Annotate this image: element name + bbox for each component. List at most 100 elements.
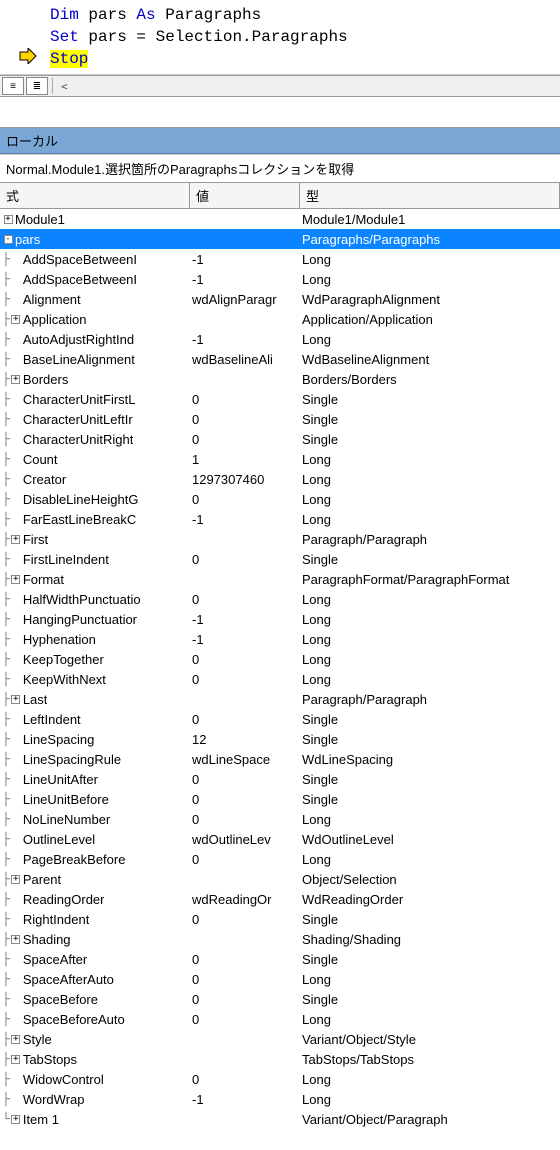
locals-row[interactable]: ├FarEastLineBreakC-1Long [0,509,560,529]
locals-row[interactable]: ├WordWrap-1Long [0,1089,560,1109]
locals-row[interactable]: ├+FormatParagraphFormat/ParagraphFormat [0,569,560,589]
row-type: TabStops/TabStops [300,1052,560,1067]
row-value: wdLineSpace [190,752,300,767]
code-editor[interactable]: Dim pars As Paragraphs Set pars = Select… [0,0,560,75]
row-value: 0 [190,992,300,1007]
row-type: Object/Selection [300,872,560,887]
row-name: Shading [23,932,71,947]
expand-icon[interactable]: + [10,375,22,384]
locals-row[interactable]: ├PageBreakBefore0Long [0,849,560,869]
expand-icon[interactable]: + [10,695,22,704]
locals-row[interactable]: ├+TabStopsTabStops/TabStops [0,1049,560,1069]
locals-row[interactable]: ├LeftIndent0Single [0,709,560,729]
locals-row[interactable]: ├+StyleVariant/Object/Style [0,1029,560,1049]
expand-icon[interactable]: + [2,215,14,224]
row-name: NoLineNumber [23,812,110,827]
row-name: Hyphenation [23,632,96,647]
locals-row[interactable]: ├+ParentObject/Selection [0,869,560,889]
locals-row[interactable]: -parsParagraphs/Paragraphs [0,229,560,249]
row-type: Variant/Object/Style [300,1032,560,1047]
row-name: Last [23,692,48,707]
locals-row[interactable]: ├FirstLineIndent0Single [0,549,560,569]
locals-row[interactable]: ├+BordersBorders/Borders [0,369,560,389]
row-value: wdReadingOr [190,892,300,907]
row-name: CharacterUnitFirstL [23,392,136,407]
row-value: wdBaselineAli [190,352,300,367]
toolbar-separator [52,78,53,94]
locals-row[interactable]: ├CharacterUnitLeftIr0Single [0,409,560,429]
expand-icon[interactable]: + [10,935,22,944]
locals-row[interactable]: ├SpaceBefore0Single [0,989,560,1009]
locals-row[interactable]: ├KeepTogether0Long [0,649,560,669]
locals-row[interactable]: ├HangingPunctuatior-1Long [0,609,560,629]
row-name: Style [23,1032,52,1047]
locals-row[interactable]: ├LineUnitAfter0Single [0,769,560,789]
locals-row[interactable]: ├AddSpaceBetweenI-1Long [0,269,560,289]
locals-row[interactable]: ├Creator1297307460Long [0,469,560,489]
row-name: LineSpacing [23,732,95,747]
header-expression[interactable]: 式 [0,183,190,208]
locals-row[interactable]: ├+LastParagraph/Paragraph [0,689,560,709]
locals-row[interactable]: └+Item 1Variant/Object/Paragraph [0,1109,560,1129]
row-type: Single [300,952,560,967]
locals-row[interactable]: ├SpaceAfterAuto0Long [0,969,560,989]
scroll-left-icon[interactable]: < [57,80,68,93]
row-value: 0 [190,1072,300,1087]
header-value[interactable]: 値 [190,183,300,208]
spacer [0,97,560,127]
view-mode-button-2[interactable]: ≣ [26,77,48,95]
locals-row[interactable]: ├AutoAdjustRightInd-1Long [0,329,560,349]
expand-icon[interactable]: + [10,315,22,324]
expand-icon[interactable]: + [10,575,22,584]
header-type[interactable]: 型 [300,183,560,208]
code-line-3: Stop [50,48,556,70]
locals-row[interactable]: ├ReadingOrderwdReadingOrWdReadingOrder [0,889,560,909]
locals-row[interactable]: ├AddSpaceBetweenI-1Long [0,249,560,269]
row-value: 0 [190,552,300,567]
row-name: AddSpaceBetweenI [23,252,137,267]
locals-row[interactable]: ├BaseLineAlignmentwdBaselineAliWdBaselin… [0,349,560,369]
locals-row[interactable]: ├+FirstParagraph/Paragraph [0,529,560,549]
locals-row[interactable]: ├CharacterUnitRight0Single [0,429,560,449]
locals-row[interactable]: ├AlignmentwdAlignParagrWdParagraphAlignm… [0,289,560,309]
locals-row[interactable]: ├Hyphenation-1Long [0,629,560,649]
row-name: LineUnitBefore [23,792,109,807]
expand-icon[interactable]: + [10,1055,22,1064]
view-mode-button-1[interactable]: ≡ [2,77,24,95]
locals-row[interactable]: ├CharacterUnitFirstL0Single [0,389,560,409]
locals-row[interactable]: ├OutlineLevelwdOutlineLevWdOutlineLevel [0,829,560,849]
collapse-icon[interactable]: - [2,235,14,244]
expand-icon[interactable]: + [10,1035,22,1044]
locals-row[interactable]: ├NoLineNumber0Long [0,809,560,829]
locals-row[interactable]: ├SpaceBeforeAuto0Long [0,1009,560,1029]
locals-row[interactable]: ├HalfWidthPunctuatio0Long [0,589,560,609]
locals-row[interactable]: ├LineSpacing12Single [0,729,560,749]
row-type: Long [300,332,560,347]
expand-icon[interactable]: + [10,1115,22,1124]
locals-row[interactable]: ├RightIndent0Single [0,909,560,929]
locals-row[interactable]: ├DisableLineHeightG0Long [0,489,560,509]
expand-icon[interactable]: + [10,535,22,544]
locals-row[interactable]: ├SpaceAfter0Single [0,949,560,969]
locals-row[interactable]: ├+ShadingShading/Shading [0,929,560,949]
row-name: Module1 [15,212,65,227]
row-value: 0 [190,672,300,687]
row-type: Application/Application [300,312,560,327]
locals-row[interactable]: ├LineUnitBefore0Single [0,789,560,809]
row-type: Long [300,472,560,487]
locals-row[interactable]: ├LineSpacingRulewdLineSpaceWdLineSpacing [0,749,560,769]
expand-icon[interactable]: + [10,875,22,884]
row-name: pars [15,232,40,247]
locals-row[interactable]: ├WidowControl0Long [0,1069,560,1089]
code-line-1: Dim pars As Paragraphs [50,4,556,26]
row-type: WdLineSpacing [300,752,560,767]
row-type: WdOutlineLevel [300,832,560,847]
locals-row[interactable]: ├KeepWithNext0Long [0,669,560,689]
locals-row[interactable]: ├Count1Long [0,449,560,469]
locals-row[interactable]: ├+ApplicationApplication/Application [0,309,560,329]
row-value: 0 [190,592,300,607]
row-name: OutlineLevel [23,832,95,847]
row-type: Single [300,392,560,407]
locals-row[interactable]: +Module1Module1/Module1 [0,209,560,229]
row-type: Single [300,992,560,1007]
